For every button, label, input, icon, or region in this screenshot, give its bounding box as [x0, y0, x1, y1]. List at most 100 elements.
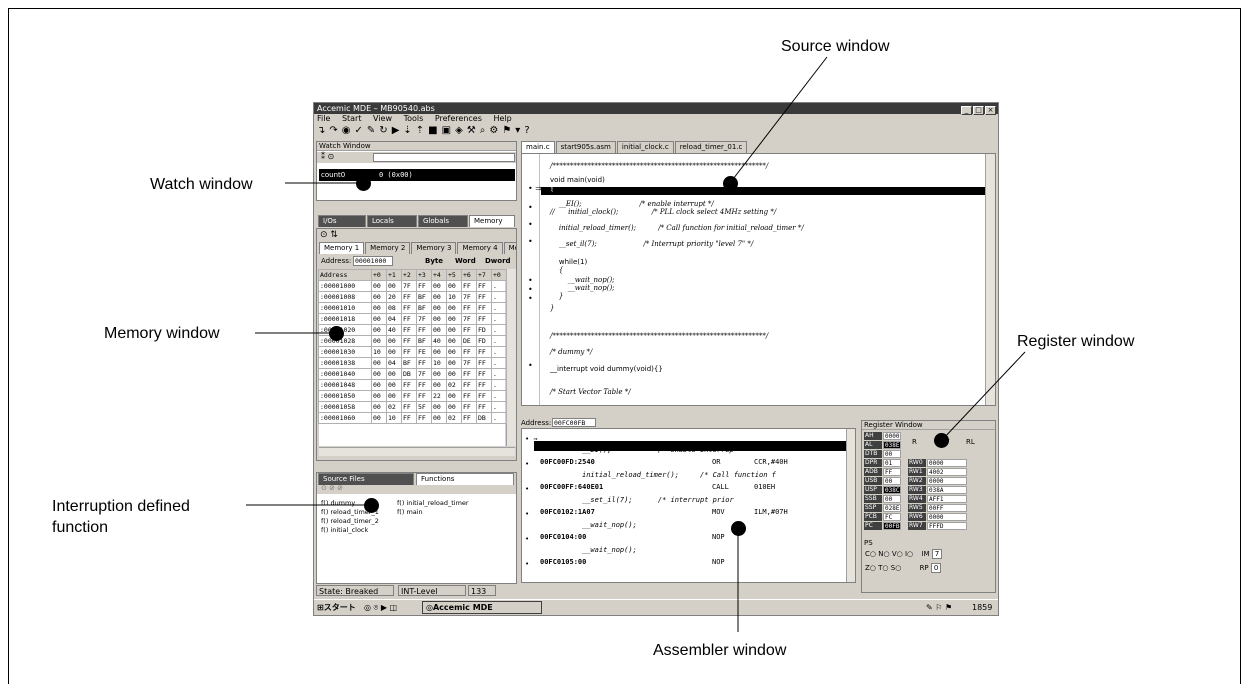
bank-rl-button[interactable]: RL	[966, 438, 975, 446]
tab-memory-1[interactable]: Memory 1	[319, 242, 365, 254]
memory-row[interactable]: :000010200040FFFF0000FFFD.	[318, 324, 508, 336]
source-line[interactable]: /***************************************…	[550, 332, 768, 340]
tab-functions[interactable]: Functions	[416, 473, 514, 485]
asm-address[interactable]: 00FC0102:1A07	[540, 508, 595, 516]
flag-v[interactable]: V○	[892, 550, 905, 558]
stop-icon[interactable]: ■	[428, 125, 438, 136]
step-icon[interactable]: ⇣	[403, 125, 412, 136]
rw-register-value[interactable]: 038A	[927, 486, 967, 494]
register-value[interactable]: 00	[883, 450, 901, 458]
register-value[interactable]: 00	[883, 477, 901, 485]
quick-launch-icons[interactable]: ◎ ⌾ ▶ ◫	[364, 600, 397, 615]
memory-row[interactable]: :00001058 00 02 FF 5F 00 00 FF FF.	[318, 401, 508, 413]
function-item[interactable]: f() main	[397, 508, 469, 517]
register-value[interactable]: 00	[883, 495, 901, 503]
breakpoint-icon[interactable]: ◉	[342, 125, 352, 136]
source-line[interactable]: initial_reload_timer(); /* Call function…	[550, 224, 804, 232]
tab-reload-timer-01-c[interactable]: reload_timer_01.c	[674, 141, 748, 153]
tab-memory[interactable]: Memory	[469, 215, 515, 227]
source-line[interactable]: /* dummy */	[550, 348, 592, 356]
asm-address[interactable]: 00FC0105:00	[540, 558, 586, 566]
watch-expression-input[interactable]	[373, 153, 515, 162]
source-line[interactable]: // initial_clock(); /* PLL clock select …	[550, 208, 776, 216]
function-item[interactable]: f() reload_timer_2	[321, 517, 379, 526]
rw-register-value[interactable]: 0000	[927, 513, 967, 521]
source-vscroll[interactable]	[985, 154, 995, 405]
source-line[interactable]: __EI(); /* enable interrupt */	[550, 200, 714, 208]
flag-c[interactable]: C○	[865, 550, 878, 558]
source-line[interactable]: __wait_nop();	[550, 276, 615, 284]
memory-row[interactable]: :00001040 00 00 DB 7F 00 00 FF FF.	[318, 368, 508, 380]
step-over-icon[interactable]: ↷	[329, 125, 338, 136]
register-value[interactable]: 0000	[883, 432, 901, 440]
step-out-icon[interactable]: ⇡	[416, 125, 425, 136]
build-icon[interactable]: ⚒	[467, 125, 477, 136]
flag-n[interactable]: N○	[878, 550, 892, 558]
erase-icon[interactable]: ◈	[455, 125, 464, 136]
memory-row[interactable]: :00001050 00 00 FF FF 22 00 FF FF.	[318, 390, 508, 402]
source-line[interactable]: /* Start Vector Table */	[550, 388, 631, 396]
watch-icon[interactable]: ✓	[355, 125, 364, 136]
tab-initial-clock-c[interactable]: initial_clock.c	[616, 141, 674, 153]
source-line[interactable]: __wait_nop();	[550, 284, 615, 292]
menu-start[interactable]: Start	[342, 114, 362, 123]
rw-register-value[interactable]: 0000	[927, 477, 967, 485]
tab-locals[interactable]: Locals	[367, 215, 417, 227]
menu-preferences[interactable]: Preferences	[435, 114, 482, 123]
memory-vscroll[interactable]	[506, 269, 516, 446]
source-line[interactable]: }	[550, 304, 554, 312]
run-icon[interactable]: ▶	[392, 125, 401, 136]
memory-row[interactable]: :00001030 10 00 FF FE 00 00 FF FF.	[318, 346, 508, 358]
asm-address[interactable]: 00FC00FD:2540	[540, 458, 595, 466]
options-icon[interactable]: ▾	[515, 125, 521, 136]
flag-z[interactable]: Z○	[865, 564, 878, 572]
tab-source-files[interactable]: Source Files	[318, 473, 414, 485]
mode-dword-button[interactable]: Dword	[485, 257, 511, 265]
watch-row[interactable]: count0 0 (0x00)	[319, 169, 515, 181]
source-line[interactable]: {	[550, 266, 563, 274]
source-line[interactable]: {	[550, 184, 554, 192]
menu-help[interactable]: Help	[493, 114, 511, 123]
memory-row[interactable]: :00001048 00 00 FF FF 00 02 FF FF.	[318, 379, 508, 391]
source-line[interactable]: __interrupt void dummy(void){}	[550, 365, 663, 373]
edit-icon[interactable]: ✎	[367, 125, 376, 136]
flag-s[interactable]: S○	[891, 564, 902, 572]
help-icon[interactable]: ?	[524, 125, 530, 136]
function-item[interactable]: f() initial_reload_timer	[397, 499, 469, 508]
source-line[interactable]: __set_il(7); /* Interrupt priority "leve…	[550, 240, 753, 248]
asm-vscroll[interactable]	[846, 429, 855, 582]
tab-memory-more[interactable]: Me	[503, 242, 516, 254]
memory-row[interactable]: :00001000 00 00 7F FF 00 00 FF FF.	[318, 280, 508, 292]
menu-tools[interactable]: Tools	[404, 114, 424, 123]
memory-row[interactable]: :00001038 00 04 BF FF 10 00 7F FF.	[318, 357, 508, 369]
source-line[interactable]: }	[550, 292, 563, 300]
bank-r-button[interactable]: R	[912, 438, 917, 446]
menu-view[interactable]: View	[373, 114, 392, 123]
memory-refresh-icon[interactable]: ⊙ ⇅	[320, 230, 338, 240]
settings-icon[interactable]: ⚙	[489, 125, 499, 136]
register-value[interactable]: FC	[883, 513, 901, 521]
rw-register-value[interactable]: FFFD	[927, 522, 967, 530]
mode-byte-button[interactable]: Byte	[425, 257, 443, 265]
tab-memory-4[interactable]: Memory 4	[457, 242, 503, 254]
memory-row[interactable]: :00001018 00 04 FF 7F 00 00 7F FF.	[318, 313, 508, 325]
memory-row[interactable]: :00001028 00 00 FF BF 40 00 DE FD.	[318, 335, 508, 347]
taskbar-app-button[interactable]: ◎Accemic MDE	[422, 601, 542, 614]
register-value[interactable]: 038C	[883, 486, 901, 494]
tab-globals[interactable]: Globals	[418, 215, 468, 227]
source-line[interactable]: while(1)	[550, 258, 587, 266]
rw-register-value[interactable]: 4002	[927, 468, 967, 476]
memory-row[interactable]: :00001008 00 20 FF BF 00 10 7F FF.	[318, 291, 508, 303]
asm-address[interactable]: 00FC0104:00	[540, 533, 586, 541]
register-value[interactable]: 00FB	[883, 522, 901, 530]
asm-address[interactable]: 00FC00FB:0800	[540, 433, 595, 441]
register-value[interactable]: 01	[883, 459, 901, 467]
start-button[interactable]: ⊞スタート	[317, 600, 356, 615]
flag-i[interactable]: I○	[905, 550, 913, 558]
source-line[interactable]: /***************************************…	[550, 162, 768, 170]
memory-row[interactable]: :00001060 00 10 FF FF 00 02 FF DB.	[318, 412, 508, 424]
mode-word-button[interactable]: Word	[455, 257, 476, 265]
reset-icon[interactable]: ↻	[379, 125, 388, 136]
watch-add-icon[interactable]: ⁑ ⊙	[321, 152, 334, 161]
tab-memory-3[interactable]: Memory 3	[411, 242, 457, 254]
